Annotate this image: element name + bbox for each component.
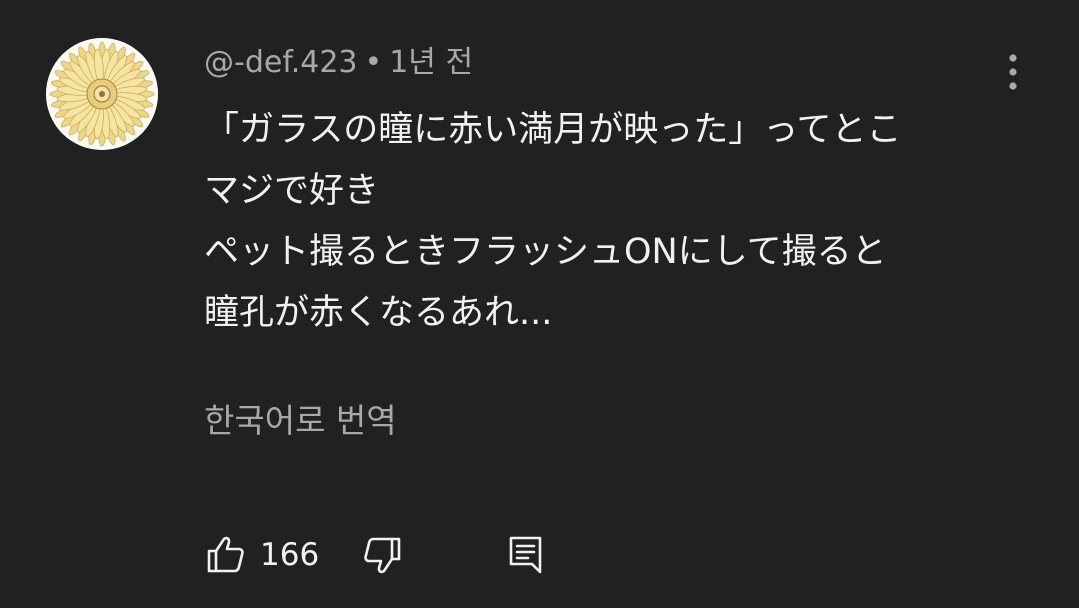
avatar[interactable] [46,38,158,150]
thumb-down-icon [364,537,401,574]
reply-button[interactable] [506,534,546,574]
comment-header: @-def.423 • 1년 전 [204,43,473,83]
reply-comment-icon [509,536,542,574]
more-options-button[interactable] [996,52,1030,92]
meta-separator: • [364,45,383,80]
more-vert-icon [1009,54,1017,90]
translate-link[interactable]: 한국어로 번역 [204,398,397,444]
author-name[interactable]: @-def.423 [204,45,358,80]
comment-timestamp[interactable]: 1년 전 [389,45,473,80]
like-button[interactable] [206,534,246,574]
sunflower-avatar-icon [46,38,158,150]
like-count: 166 [260,537,320,573]
thumb-up-icon [207,536,244,573]
comment-line: マジで好き [204,171,380,211]
dislike-button[interactable] [362,536,402,576]
comment-line: ペット撮るときフラッシュONにして撮ると [204,232,887,272]
comment-text: 「ガラスの瞳に赤い満月が映った」ってとこ マジで好き ペット撮るときフラッシュO… [204,100,902,344]
comment-line: 瞳孔が赤くなるあれ... [204,293,553,333]
comment-line: 「ガラスの瞳に赤い満月が映った」ってとこ [204,110,902,150]
